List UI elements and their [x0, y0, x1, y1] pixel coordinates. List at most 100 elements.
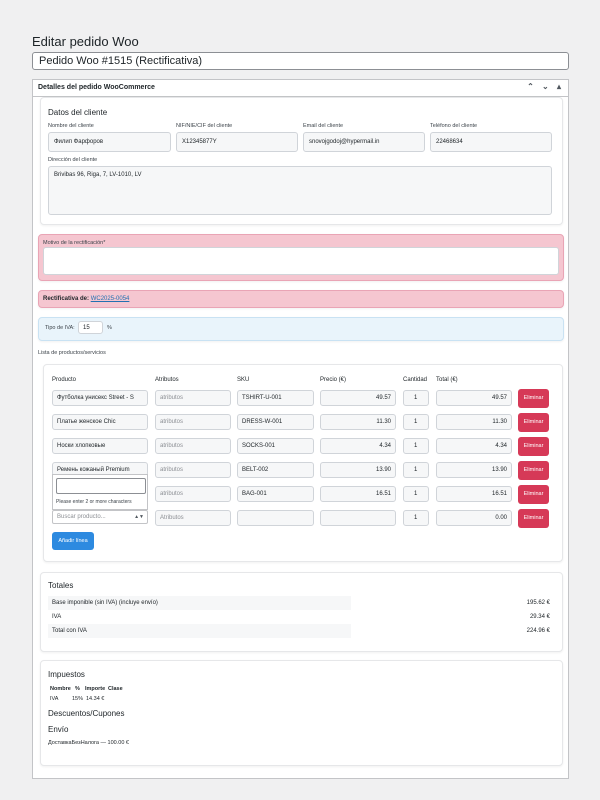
product-search-input[interactable] [56, 478, 146, 494]
total-input[interactable]: 49.57 [436, 390, 512, 406]
sku-input[interactable]: SOCKS-001 [237, 438, 314, 454]
totals-row: Base imponible (sin IVA) (incluye envío)… [48, 596, 552, 610]
total-input[interactable]: 13.90 [436, 462, 512, 478]
price-input[interactable]: 11.30 [320, 414, 396, 430]
taxes-header-name: Nombre [50, 686, 71, 692]
customer-name-label: Nombre del cliente [48, 123, 94, 129]
vat-type-label: Tipo de IVA: [45, 325, 75, 331]
totals-label: Base imponible (sin IVA) (incluye envío) [52, 600, 158, 606]
admin-sidebar-strip [0, 0, 22, 800]
quantity-input[interactable]: 1 [403, 414, 429, 430]
col-header-attributes: Atributos [155, 377, 179, 383]
total-input[interactable]: 16.51 [436, 486, 512, 502]
chevron-down-icon: ▲▼ [134, 514, 144, 520]
col-header-quantity: Cantidad [403, 377, 428, 383]
customer-phone-field[interactable]: 22468634 [430, 132, 552, 152]
rectified-invoice-line: Rectificativa de: WC2025-0054 [43, 296, 129, 302]
metabox-title: Detalles del pedido WooCommerce [38, 84, 155, 91]
product-search-dropdown: Please enter 2 or more characters [52, 474, 148, 510]
rectification-reason-label: Motivo de la rectificación* [43, 240, 106, 246]
sku-input[interactable]: BELT-002 [237, 462, 314, 478]
attributes-input[interactable]: atributos [155, 390, 231, 406]
totals-row: Total con IVA 224.96 € [48, 624, 552, 638]
taxes-header-amount: Importe [85, 686, 106, 692]
delete-row-button[interactable]: Eliminar [518, 413, 549, 432]
delete-row-button[interactable]: Eliminar [518, 461, 549, 480]
taxes-title: Impuestos [48, 670, 85, 679]
products-section-label: Lista de productos/servicios [38, 350, 106, 356]
delete-row-button[interactable]: Eliminar [518, 437, 549, 456]
sku-input[interactable] [237, 510, 314, 526]
price-input[interactable]: 4.34 [320, 438, 396, 454]
totals-value: 29.34 € [529, 614, 550, 620]
rectified-invoice-link[interactable]: WC2025-0054 [91, 296, 130, 302]
metabox-controls-icon[interactable]: ⌃ ⌄ ▴ [527, 82, 564, 91]
attributes-input[interactable]: atributos [155, 486, 231, 502]
customer-phone-label: Teléfono del cliente [430, 123, 478, 129]
totals-label: IVA [52, 614, 62, 620]
vat-type-box [38, 317, 564, 341]
add-line-button[interactable]: Añadir línea [52, 532, 94, 550]
delete-row-button[interactable]: Eliminar [518, 389, 549, 408]
quantity-input[interactable]: 1 [403, 486, 429, 502]
totals-row: IVA 29.34 € [48, 610, 552, 624]
attributes-input[interactable]: atributos [155, 462, 231, 478]
total-input[interactable]: 0.00 [436, 510, 512, 526]
product-select-placeholder: Buscar producto... [57, 514, 106, 520]
sku-input[interactable]: BAG-001 [237, 486, 314, 502]
product-input[interactable]: Носки хлопковые [52, 438, 148, 454]
totals-value: 195.62 € [526, 600, 550, 606]
vat-percent-suffix: % [107, 325, 112, 331]
total-input[interactable]: 11.30 [436, 414, 512, 430]
product-input[interactable]: Платье женское Chic [52, 414, 148, 430]
customer-nif-label: NIF/NIE/CIF del cliente [176, 123, 233, 129]
discounts-title: Descuentos/Cupones [48, 709, 125, 718]
price-input[interactable]: 49.57 [320, 390, 396, 406]
product-select[interactable]: Buscar producto... ▲▼ [52, 510, 148, 524]
customer-address-label: Dirección del cliente [48, 157, 98, 163]
shipping-line: ДоставкаБезНалога — 100.00 € [48, 740, 129, 746]
shipping-title: Envío [48, 725, 69, 734]
total-input[interactable]: 4.34 [436, 438, 512, 454]
rectified-invoice-label: Rectificativa de: [43, 296, 90, 302]
price-input[interactable]: 13.90 [320, 462, 396, 478]
customer-section-title: Datos del cliente [48, 108, 108, 117]
col-header-total: Total (€) [436, 377, 458, 383]
col-header-product: Producto [52, 377, 77, 383]
sku-input[interactable]: TSHIRT-U-001 [237, 390, 314, 406]
col-header-sku: SKU [237, 377, 250, 383]
customer-name-field[interactable]: Филип Фарфоров [48, 132, 171, 152]
price-input[interactable]: 16.51 [320, 486, 396, 502]
vat-type-input[interactable]: 15 [78, 321, 103, 334]
delete-row-button[interactable]: Eliminar [518, 509, 549, 528]
quantity-input[interactable]: 1 [403, 462, 429, 478]
product-input[interactable]: Футболка унисекс Street - S [52, 390, 148, 406]
customer-nif-field[interactable]: X12345877Y [176, 132, 298, 152]
taxes-header-percent: % [75, 686, 80, 692]
sku-input[interactable]: DRESS-W-001 [237, 414, 314, 430]
metabox-header: Detalles del pedido WooCommerce ⌃ ⌄ ▴ [33, 80, 568, 97]
attributes-input[interactable]: Atributos [155, 510, 231, 526]
post-title-input[interactable]: Pedido Woo #1515 (Rectificativa) [32, 52, 569, 70]
customer-address-field[interactable]: Brivibas 96, Riga, 7, LV-1010, LV [48, 166, 552, 215]
tax-amount-cell: 14.34 € [86, 696, 105, 702]
totals-label: Total con IVA [52, 628, 87, 634]
quantity-input[interactable]: 1 [403, 510, 429, 526]
delete-row-button[interactable]: Eliminar [518, 485, 549, 504]
rectification-reason-textarea[interactable] [43, 247, 559, 275]
attributes-input[interactable]: atributos [155, 438, 231, 454]
customer-email-label: Email del cliente [303, 123, 344, 129]
product-search-message: Please enter 2 or more characters [56, 499, 132, 505]
tax-percent-cell: 15% [72, 696, 84, 702]
customer-email-field[interactable]: snovojgodoj@hypermail.in [303, 132, 425, 152]
tax-name-cell: IVA [50, 696, 59, 702]
quantity-input[interactable]: 1 [403, 438, 429, 454]
totals-title: Totales [48, 581, 74, 590]
page-title: Editar pedido Woo [32, 34, 139, 49]
col-header-price: Precio (€) [320, 377, 347, 383]
taxes-header-class: Clase [108, 686, 123, 692]
attributes-input[interactable]: atributos [155, 414, 231, 430]
quantity-input[interactable]: 1 [403, 390, 429, 406]
price-input[interactable] [320, 510, 396, 526]
totals-value: 224.96 € [526, 628, 550, 634]
